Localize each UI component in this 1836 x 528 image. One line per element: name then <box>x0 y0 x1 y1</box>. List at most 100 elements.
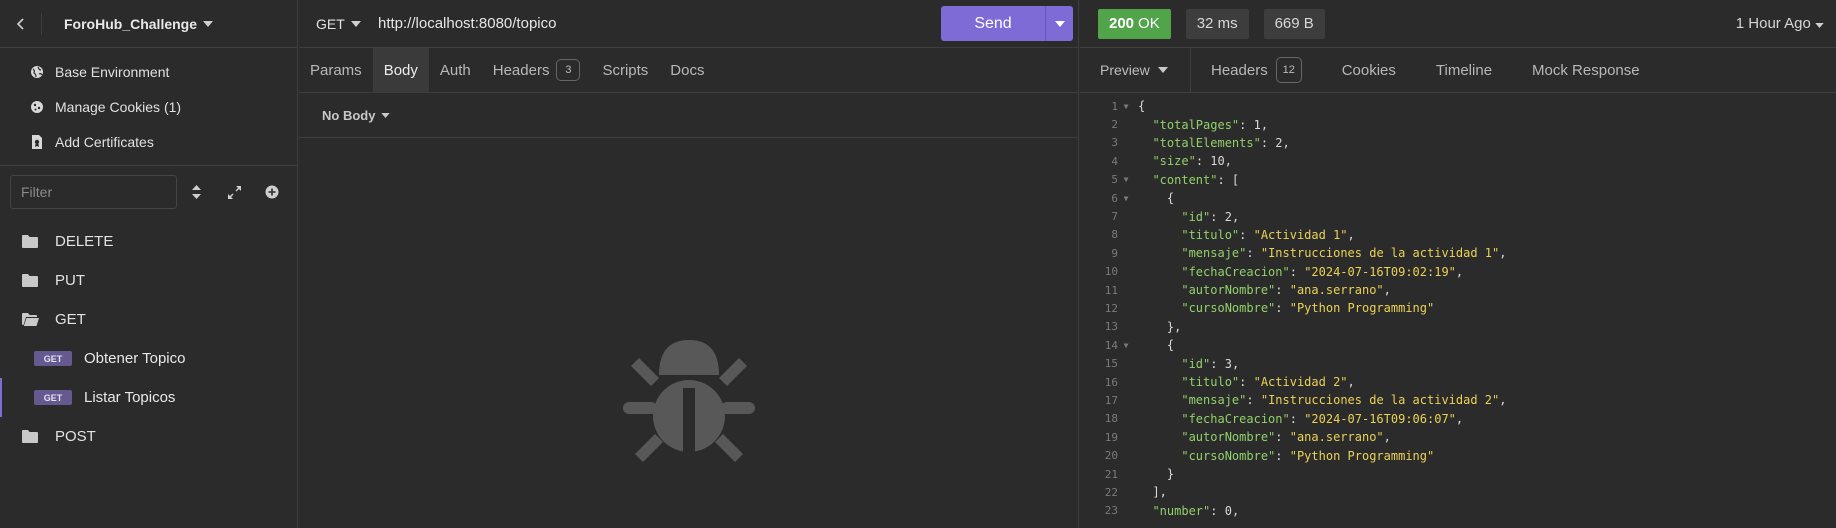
body-mode-select[interactable]: No Body <box>299 93 1078 138</box>
preview-mode-select[interactable]: Preview <box>1080 48 1191 92</box>
json-punctuation: , <box>1499 246 1507 261</box>
add-certificates-item[interactable]: Add Certificates <box>0 124 297 159</box>
folder-icon <box>22 274 40 287</box>
env-item-label: Add Certificates <box>55 133 154 150</box>
json-punctuation: { <box>1138 338 1175 353</box>
url-input[interactable]: http://localhost:8080/topico <box>378 15 941 32</box>
request-tabs: Params Body Auth Headers 3 Scripts Docs <box>299 48 1078 93</box>
status-code: 200 <box>1109 15 1135 32</box>
tab-label: Scripts <box>602 61 649 79</box>
code-text: "mensaje": "Instrucciones de la activida… <box>1132 393 1507 408</box>
sort-button[interactable] <box>177 175 215 209</box>
manage-cookies-item[interactable]: Manage Cookies (1) <box>0 89 297 124</box>
json-string: "Instrucciones de la actividad 1" <box>1260 246 1500 261</box>
json-punctuation: , <box>1499 393 1507 408</box>
fold-toggle-icon[interactable]: ▼ <box>1120 102 1132 111</box>
tab-mock-response[interactable]: Mock Response <box>1512 48 1660 92</box>
code-text: "totalElements": 2, <box>1132 135 1290 150</box>
tab-docs[interactable]: Docs <box>659 48 715 92</box>
tab-params[interactable]: Params <box>299 48 373 92</box>
tab-cookies[interactable]: Cookies <box>1322 48 1416 92</box>
request-listar-topicos[interactable]: GET Listar Topicos <box>0 378 297 417</box>
caret-down-icon <box>350 20 361 27</box>
folder-get[interactable]: GET <box>0 300 297 339</box>
status-badge: 200 OK <box>1098 8 1171 39</box>
tab-auth[interactable]: Auth <box>429 48 482 92</box>
json-punctuation <box>1138 504 1152 518</box>
tab-label: Preview <box>1100 62 1150 78</box>
json-punctuation <box>1138 375 1181 389</box>
base-environment-item[interactable]: Base Environment <box>0 54 297 89</box>
json-number: 0 <box>1224 503 1232 518</box>
empty-body-illustration <box>619 330 759 473</box>
code-line: 16 "titulo": "Actividad 2", <box>1080 373 1836 391</box>
code-text: { <box>1132 99 1145 113</box>
code-text: "titulo": "Actividad 1", <box>1132 227 1355 242</box>
code-line: 9 "mensaje": "Instrucciones de la activi… <box>1080 244 1836 262</box>
tab-timeline[interactable]: Timeline <box>1416 48 1512 92</box>
json-key: "totalElements" <box>1152 135 1261 150</box>
certificate-icon <box>29 134 45 150</box>
url-bar: GET http://localhost:8080/topico Send <box>299 0 1078 48</box>
method-select[interactable]: GET <box>316 16 368 32</box>
json-punctuation: : <box>1210 503 1225 518</box>
folder-label: POST <box>55 428 96 445</box>
json-punctuation: , <box>1347 375 1355 390</box>
code-line: 1 ▼ { <box>1080 97 1836 115</box>
json-string: "ana.serrano" <box>1289 430 1384 445</box>
code-text: "number": 0, <box>1132 504 1239 518</box>
folder-open-icon <box>22 313 40 326</box>
fold-toggle-icon[interactable]: ▼ <box>1120 175 1132 184</box>
json-punctuation <box>1138 136 1152 150</box>
folder-put[interactable]: PUT <box>0 261 297 300</box>
json-punctuation: , <box>1282 135 1290 150</box>
code-line: 19 "autorNombre": "ana.serrano", <box>1080 428 1836 446</box>
json-punctuation: , <box>1347 227 1355 242</box>
filter-input[interactable] <box>10 175 177 209</box>
line-number: 10 <box>1104 265 1118 279</box>
send-button[interactable]: Send <box>941 6 1045 41</box>
project-name: ForoHub_Challenge <box>64 15 198 32</box>
tab-response-headers[interactable]: Headers 12 <box>1191 48 1322 92</box>
json-string: "Instrucciones de la actividad 2" <box>1260 393 1500 408</box>
line-number: 14 <box>1104 338 1118 352</box>
tab-body[interactable]: Body <box>372 48 429 92</box>
response-time-badge: 32 ms <box>1185 8 1249 39</box>
code-line: 14 ▼ { <box>1080 336 1836 354</box>
add-button[interactable] <box>253 175 291 209</box>
folder-post[interactable]: POST <box>0 417 297 456</box>
time-ago-label: 1 Hour Ago <box>1735 15 1811 32</box>
tab-label: Docs <box>670 61 705 79</box>
headers-count-badge: 3 <box>556 59 581 81</box>
line-number: 13 <box>1104 320 1118 334</box>
line-number: 5 <box>1111 173 1118 187</box>
code-text: { <box>1132 338 1174 352</box>
code-line: 4 "size": 10, <box>1080 152 1836 170</box>
response-body-viewer[interactable]: 1 ▼{2 "totalPages": 1, 3 "totalElements": … <box>1080 93 1836 520</box>
json-punctuation <box>1138 154 1152 168</box>
project-selector[interactable]: ForoHub_Challenge <box>64 15 214 32</box>
json-punctuation <box>1138 283 1181 297</box>
tab-label: Mock Response <box>1532 61 1640 79</box>
request-label: Obtener Topico <box>84 350 186 367</box>
tab-label: Headers <box>492 61 550 79</box>
line-number: 22 <box>1104 485 1118 499</box>
request-obtener-topico[interactable]: GET Obtener Topico <box>0 339 297 378</box>
json-punctuation: : <box>1239 227 1254 242</box>
tab-scripts[interactable]: Scripts <box>591 48 659 92</box>
fold-toggle-icon[interactable]: ▼ <box>1120 194 1132 203</box>
response-size-badge: 669 B <box>1263 8 1325 39</box>
expand-all-button[interactable] <box>215 175 253 209</box>
send-options-button[interactable] <box>1045 6 1073 41</box>
folder-delete[interactable]: DELETE <box>0 222 297 261</box>
fold-toggle-icon[interactable]: ▼ <box>1120 341 1132 350</box>
code-text: "totalPages": 1, <box>1132 118 1268 132</box>
response-history-button[interactable]: 1 Hour Ago <box>1736 15 1824 32</box>
back-button[interactable] <box>0 12 42 35</box>
json-punctuation: : <box>1246 393 1261 408</box>
json-punctuation: , <box>1455 264 1464 279</box>
json-punctuation: : <box>1275 283 1290 298</box>
code-text: "cursoNombre": "Python Programming" <box>1132 301 1434 315</box>
line-number: 4 <box>1111 154 1118 168</box>
tab-headers[interactable]: Headers 3 <box>482 48 592 92</box>
